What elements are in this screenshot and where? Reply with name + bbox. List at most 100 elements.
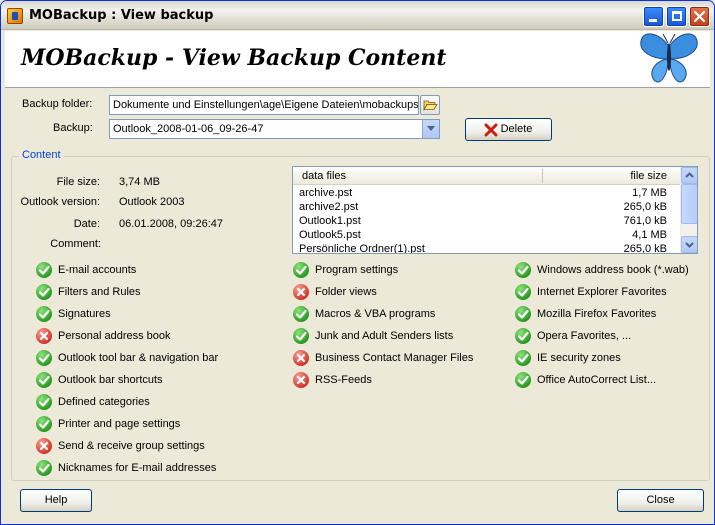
backup-label: Backup:: [53, 122, 93, 134]
file-size-cell: 761,0 kB: [623, 215, 667, 227]
backup-item-label: Opera Favorites, ...: [537, 330, 632, 342]
table-row[interactable]: archive2.pst 265,0 kB: [293, 201, 681, 215]
delete-button[interactable]: Delete: [465, 118, 552, 141]
main-window: MOBackup : View backup MOBackup - View B…: [0, 0, 715, 525]
check-icon: [515, 350, 531, 366]
date-label: Date:: [73, 218, 100, 230]
check-icon: [36, 416, 52, 432]
backup-item-label: Nicknames for E-mail addresses: [58, 462, 217, 474]
check-icon: [515, 328, 531, 344]
table-row[interactable]: Outlook5.pst 4,1 MB: [293, 229, 681, 243]
outlook-version-label: Outlook version:: [20, 196, 100, 208]
column-header-data-files[interactable]: data files: [302, 170, 346, 182]
maximize-icon: [672, 11, 682, 21]
browse-folder-button[interactable]: [420, 95, 440, 115]
window-title: MOBackup : View backup: [29, 8, 214, 23]
backup-select[interactable]: Outlook_2008-01-06_09-26-47: [109, 119, 440, 139]
backup-folder-value: Dokumente und Einstellungen\age\Eigene D…: [113, 99, 419, 111]
backup-item-label: Windows address book (*.wab): [537, 264, 689, 276]
list-header: data files file size: [293, 167, 681, 185]
cross-icon: [293, 372, 309, 388]
backup-item-label: Outlook tool bar & navigation bar: [58, 352, 219, 364]
scroll-down-button[interactable]: [681, 236, 697, 253]
table-row[interactable]: Persönliche Ordner(1).pst 265,0 kB: [293, 243, 681, 254]
backup-item-label: Personal address book: [58, 330, 171, 342]
file-name-cell: archive.pst: [299, 187, 353, 199]
close-icon: [693, 10, 706, 23]
chevron-down-icon[interactable]: [422, 120, 439, 138]
backup-item-label: IE security zones: [537, 352, 621, 364]
backup-item-label: Macros & VBA programs: [315, 308, 436, 320]
backup-item-label: Business Contact Manager Files: [315, 352, 474, 364]
file-size-cell: 1,7 MB: [632, 187, 667, 199]
backup-item-label: Filters and Rules: [58, 286, 141, 298]
backup-item-label: Defined categories: [58, 396, 150, 408]
butterfly-logo-icon: [640, 33, 698, 83]
page-title: MOBackup - View Backup Content: [21, 45, 447, 71]
close-label: Close: [646, 494, 675, 506]
check-icon: [293, 328, 309, 344]
maximize-button[interactable]: [666, 6, 687, 27]
cross-icon: [36, 438, 52, 454]
chevron-up-icon: [685, 172, 694, 178]
backup-item-label: Internet Explorer Favorites: [537, 286, 667, 298]
cross-icon: [293, 284, 309, 300]
backup-item-label: Printer and page settings: [58, 418, 181, 430]
file-size-value: 3,74 MB: [119, 176, 160, 188]
delete-label: Delete: [500, 123, 533, 135]
backup-folder-label: Backup folder:: [22, 98, 93, 110]
check-icon: [36, 460, 52, 476]
file-size-cell: 265,0 kB: [623, 201, 667, 213]
vertical-scrollbar[interactable]: [680, 167, 697, 253]
chevron-down-icon: [685, 242, 694, 248]
content-group-title: Content: [19, 149, 64, 161]
column-header-file-size[interactable]: file size: [543, 170, 667, 182]
table-row[interactable]: Outlook1.pst 761,0 kB: [293, 215, 681, 229]
file-size-label: File size:: [56, 176, 100, 188]
check-icon: [36, 350, 52, 366]
app-icon: [7, 8, 23, 24]
backup-item-label: RSS-Feeds: [315, 374, 372, 386]
date-value: 06.01.2008, 09:26:47: [119, 218, 223, 230]
help-label: Help: [44, 494, 68, 506]
file-size-cell: 4,1 MB: [632, 229, 667, 241]
check-icon: [515, 306, 531, 322]
backup-item-label: Office AutoCorrect List...: [537, 374, 657, 386]
backup-folder-field[interactable]: Dokumente und Einstellungen\age\Eigene D…: [109, 95, 419, 115]
check-icon: [36, 262, 52, 278]
backup-item-label: Signatures: [58, 308, 111, 320]
outlook-version-value: Outlook 2003: [119, 196, 185, 208]
folder-open-icon: [423, 100, 438, 111]
minimize-icon: [649, 19, 657, 22]
file-name-cell: Outlook1.pst: [299, 215, 361, 227]
scroll-up-button[interactable]: [681, 167, 697, 184]
check-icon: [36, 284, 52, 300]
header-banner: MOBackup - View Backup Content: [5, 31, 710, 88]
file-size-cell: 265,0 kB: [623, 243, 667, 254]
close-button[interactable]: Close: [617, 489, 704, 512]
check-icon: [36, 372, 52, 388]
minimize-button[interactable]: [643, 6, 664, 27]
check-icon: [515, 262, 531, 278]
data-files-list[interactable]: data files file size archive.pst 1,7 MB ar…: [292, 166, 698, 254]
cross-icon: [293, 350, 309, 366]
check-icon: [293, 262, 309, 278]
check-icon: [36, 306, 52, 322]
title-bar[interactable]: MOBackup : View backup: [1, 1, 714, 30]
check-icon: [515, 284, 531, 300]
backup-item-label: Mozilla Firefox Favorites: [537, 308, 657, 320]
backup-select-value: Outlook_2008-01-06_09-26-47: [113, 123, 264, 135]
backup-item-label: Junk and Adult Senders lists: [315, 330, 454, 342]
backup-item-label: Outlook bar shortcuts: [58, 374, 163, 386]
scroll-thumb[interactable]: [681, 184, 697, 224]
backup-item-label: E-mail accounts: [58, 264, 137, 276]
help-button[interactable]: Help: [20, 489, 92, 512]
check-icon: [293, 306, 309, 322]
backup-item-label: Program settings: [315, 264, 399, 276]
file-name-cell: archive2.pst: [299, 201, 359, 213]
check-icon: [36, 394, 52, 410]
file-name-cell: Persönliche Ordner(1).pst: [299, 243, 425, 254]
cross-icon: [36, 328, 52, 344]
close-window-button[interactable]: [689, 6, 710, 27]
table-row[interactable]: archive.pst 1,7 MB: [293, 187, 681, 201]
